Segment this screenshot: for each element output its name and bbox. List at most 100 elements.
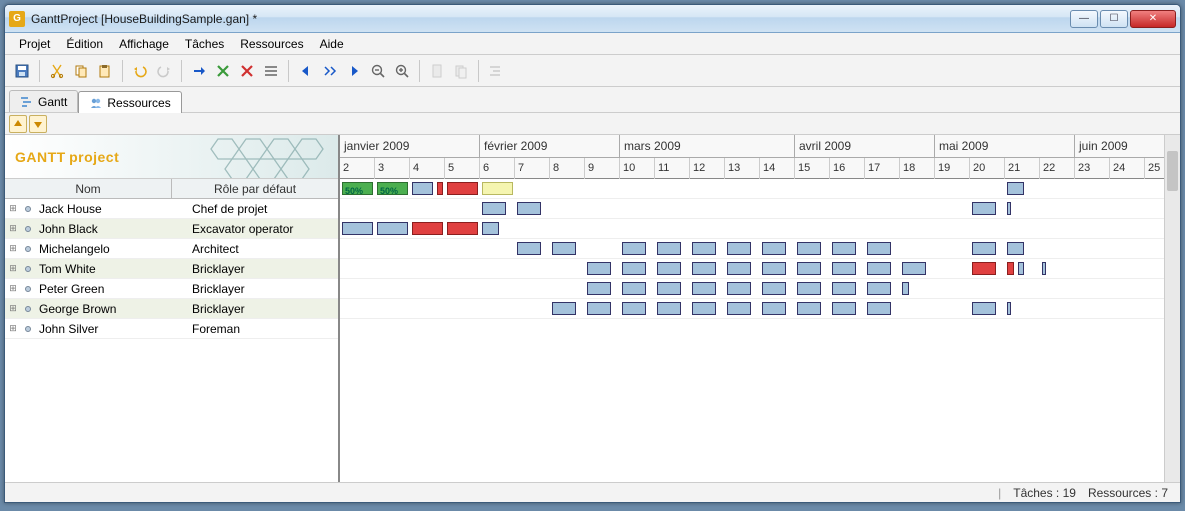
menu-taches[interactable]: Tâches — [179, 35, 230, 53]
expand-icon[interactable]: ⊞ — [5, 203, 21, 214]
task-bar[interactable] — [1007, 202, 1011, 215]
task-bar[interactable] — [437, 182, 444, 195]
col-header-name[interactable]: Nom — [5, 179, 172, 198]
task-bar[interactable] — [412, 222, 443, 235]
close-button[interactable]: ✕ — [1130, 10, 1176, 28]
undo-icon[interactable] — [129, 60, 151, 82]
task-bar[interactable] — [867, 262, 891, 275]
task-bar[interactable] — [832, 302, 856, 315]
task-bar[interactable] — [867, 302, 891, 315]
task-bar[interactable] — [692, 302, 716, 315]
task-bar[interactable] — [1007, 182, 1024, 195]
expand-icon[interactable]: ⊞ — [5, 283, 21, 294]
task-bar[interactable] — [447, 182, 478, 195]
task-bar[interactable] — [587, 282, 611, 295]
expand-icon[interactable]: ⊞ — [5, 323, 21, 334]
tab-ressources[interactable]: Ressources — [78, 91, 181, 113]
menu-affichage[interactable]: Affichage — [113, 35, 175, 53]
resource-row[interactable]: ⊞John BlackExcavator operator — [5, 219, 338, 239]
close-task-icon[interactable] — [236, 60, 258, 82]
nav-forward-icon[interactable] — [343, 60, 365, 82]
task-bar[interactable] — [552, 302, 576, 315]
menu-ressources[interactable]: Ressources — [234, 35, 309, 53]
task-bar[interactable] — [902, 282, 909, 295]
expand-icon[interactable]: ⊞ — [5, 223, 21, 234]
task-bar[interactable] — [797, 302, 821, 315]
task-bar[interactable] — [902, 262, 926, 275]
task-bar[interactable] — [797, 262, 821, 275]
properties-icon[interactable] — [260, 60, 282, 82]
task-bar[interactable] — [1007, 262, 1014, 275]
task-bar[interactable] — [692, 242, 716, 255]
task-bar[interactable] — [972, 302, 996, 315]
task-bar[interactable] — [587, 302, 611, 315]
task-bar[interactable] — [377, 222, 408, 235]
resource-row[interactable]: ⊞George BrownBricklayer — [5, 299, 338, 319]
maximize-button[interactable]: ☐ — [1100, 10, 1128, 28]
task-bar[interactable] — [727, 262, 751, 275]
move-down-icon[interactable] — [29, 115, 47, 133]
task-bar[interactable] — [622, 262, 646, 275]
task-bar[interactable] — [657, 302, 681, 315]
task-bar[interactable] — [412, 182, 433, 195]
tab-gantt[interactable]: Gantt — [9, 90, 78, 112]
task-bar[interactable] — [762, 242, 786, 255]
cut-icon[interactable] — [46, 60, 68, 82]
paste-icon[interactable] — [94, 60, 116, 82]
menu-edition[interactable]: Édition — [60, 35, 109, 53]
task-bar[interactable] — [867, 282, 891, 295]
task-bar[interactable] — [972, 202, 996, 215]
menu-aide[interactable]: Aide — [314, 35, 350, 53]
task-bar[interactable] — [762, 282, 786, 295]
link-forward-icon[interactable] — [188, 60, 210, 82]
task-bar[interactable] — [832, 282, 856, 295]
col-header-role[interactable]: Rôle par défaut — [172, 179, 338, 198]
redo-icon[interactable] — [153, 60, 175, 82]
expand-icon[interactable]: ⊞ — [5, 303, 21, 314]
zoom-out-icon[interactable] — [367, 60, 389, 82]
vertical-scrollbar[interactable] — [1164, 135, 1180, 482]
expand-icon[interactable]: ⊞ — [5, 243, 21, 254]
resource-row[interactable]: ⊞Tom WhiteBricklayer — [5, 259, 338, 279]
task-bar[interactable] — [1007, 242, 1024, 255]
task-bar[interactable] — [867, 242, 891, 255]
task-bar[interactable] — [342, 222, 373, 235]
task-bar[interactable] — [657, 262, 681, 275]
task-bar[interactable] — [762, 262, 786, 275]
task-bar[interactable] — [832, 262, 856, 275]
task-bar[interactable] — [657, 242, 681, 255]
task-bar[interactable] — [517, 242, 541, 255]
task-bar[interactable] — [587, 262, 611, 275]
task-bar[interactable] — [482, 222, 499, 235]
task-bar[interactable]: 50% — [377, 182, 408, 195]
zoom-in-icon[interactable] — [391, 60, 413, 82]
scrollbar-thumb[interactable] — [1167, 151, 1178, 191]
task-bar[interactable] — [517, 202, 541, 215]
move-up-icon[interactable] — [9, 115, 27, 133]
task-bar[interactable] — [972, 242, 996, 255]
menu-projet[interactable]: Projet — [13, 35, 56, 53]
task-bar[interactable] — [622, 302, 646, 315]
task-bar[interactable] — [727, 242, 751, 255]
doc1-icon[interactable] — [426, 60, 448, 82]
resource-row[interactable]: ⊞Peter GreenBricklayer — [5, 279, 338, 299]
task-bar[interactable] — [972, 262, 996, 275]
chart-rows[interactable]: 50% 50% — [340, 179, 1180, 482]
task-bar[interactable] — [727, 282, 751, 295]
task-bar[interactable] — [1007, 302, 1011, 315]
task-bar[interactable] — [692, 262, 716, 275]
task-bar[interactable] — [482, 202, 506, 215]
task-bar[interactable] — [692, 282, 716, 295]
task-bar[interactable] — [482, 182, 513, 195]
task-bar[interactable]: 50% — [342, 182, 373, 195]
indent-icon[interactable] — [485, 60, 507, 82]
copy-icon[interactable] — [70, 60, 92, 82]
expand-icon[interactable]: ⊞ — [5, 263, 21, 274]
minimize-button[interactable]: — — [1070, 10, 1098, 28]
goto-today-icon[interactable] — [319, 60, 341, 82]
nav-back-icon[interactable] — [295, 60, 317, 82]
task-bar[interactable] — [447, 222, 478, 235]
task-bar[interactable] — [622, 282, 646, 295]
task-bar[interactable] — [762, 302, 786, 315]
doc2-icon[interactable] — [450, 60, 472, 82]
